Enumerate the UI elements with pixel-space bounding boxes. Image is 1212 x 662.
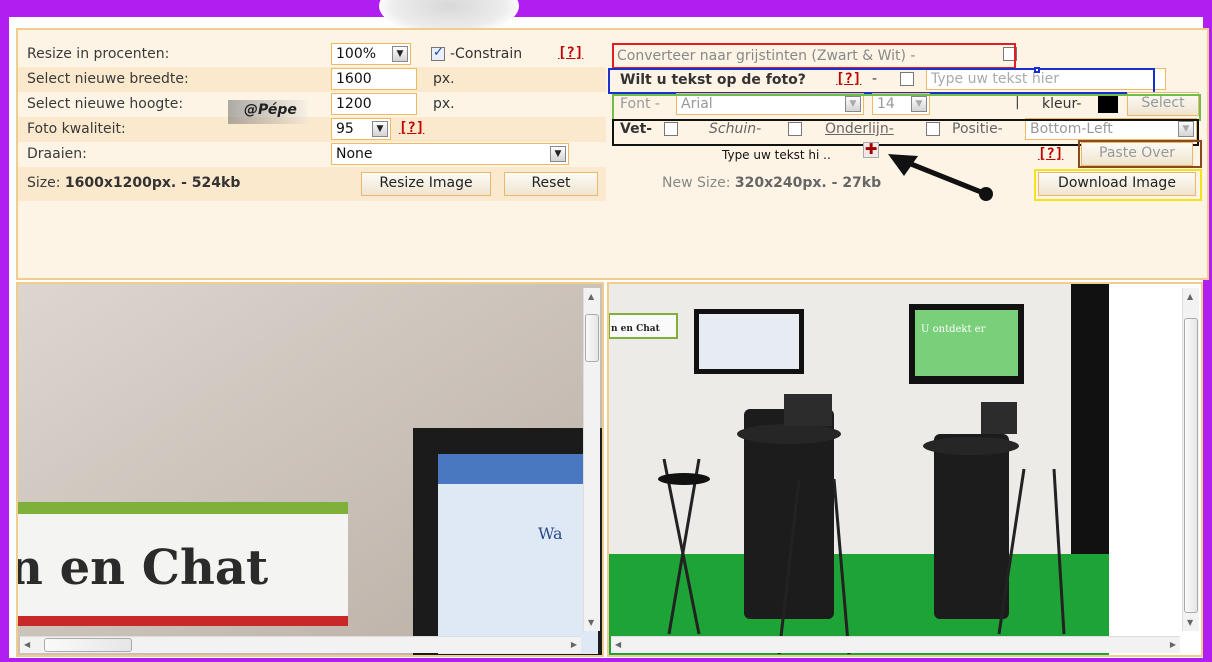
download-highlight (1034, 169, 1202, 201)
original-preview: Wa n en Chat ▲ ▼ ◀ ▶ (16, 282, 604, 657)
height-input[interactable]: 1200 (331, 93, 417, 115)
new-size-value: 320x240px. - 27kb (734, 175, 882, 191)
rotate-select[interactable]: None ▼ (331, 143, 569, 165)
text-highlight (608, 68, 1155, 94)
left-hscroll-thumb[interactable] (44, 638, 132, 652)
left-horizontal-scrollbar[interactable]: ◀ ▶ (20, 636, 581, 653)
size-value: 1600x1200px. - 524kb (64, 175, 241, 191)
width-value: 1600 (336, 71, 372, 87)
width-input[interactable]: 1600 (331, 68, 417, 90)
chevron-down-icon[interactable]: ▼ (550, 146, 566, 162)
sign-text-left: n en Chat (18, 540, 268, 596)
right-horizontal-scrollbar[interactable]: ◀ ▶ (611, 636, 1180, 653)
chevron-up-icon[interactable]: ▲ (588, 292, 594, 301)
width-row: Select nieuwe breedte: 1600 px. (18, 67, 606, 92)
constrain-label: -Constrain (450, 46, 523, 62)
app-frame: Resize in procenten: 100% ▼ -Constrain [… (9, 0, 1209, 658)
move-icon[interactable]: ✚ (863, 142, 879, 158)
grayscale-highlight (612, 43, 1016, 69)
rotate-value: None (336, 146, 373, 162)
height-row: Select nieuwe hoogte: 1200 px. (18, 92, 606, 117)
resize-image-button[interactable]: Resize Image (361, 172, 491, 196)
quality-help-link[interactable]: [?] (399, 120, 424, 136)
rotate-row: Draaien: None ▼ (18, 142, 606, 167)
size-row: Size: 1600x1200px. - 524kb Resize Image … (18, 167, 606, 201)
paste-highlight (1078, 140, 1202, 168)
new-size-info: New Size: 320x240px. - 27kb (662, 175, 881, 191)
chevron-down-icon[interactable]: ▼ (1187, 618, 1193, 627)
quality-value: 95 (336, 121, 354, 137)
constrain-checkbox[interactable] (431, 45, 445, 61)
browser-heading: Wa (538, 524, 563, 543)
new-size-prefix: New Size: (662, 175, 731, 191)
width-unit: px. (433, 71, 455, 87)
width-label: Select nieuwe breedte: (27, 71, 189, 87)
tv-text: U ontdekt er (921, 324, 986, 335)
settings-panel: Resize in procenten: 100% ▼ -Constrain [… (16, 28, 1209, 280)
result-preview: n en Chat U ontdekt er ▲ ▼ ◀ ▶ (607, 282, 1203, 657)
height-label: Select nieuwe hoogte: (27, 96, 184, 112)
chevron-down-icon[interactable]: ▼ (588, 618, 594, 627)
size-info: Size: 1600x1200px. - 524kb (27, 175, 240, 191)
watermark: @Pépe (228, 100, 308, 124)
chevron-down-icon[interactable]: ▼ (372, 121, 388, 137)
reset-button[interactable]: Reset (504, 172, 598, 196)
result-photo: n en Chat U ontdekt er (609, 284, 1109, 655)
resize-value: 100% (336, 46, 377, 62)
constrain-help-link[interactable]: [?] (558, 45, 583, 61)
chevron-up-icon[interactable]: ▲ (1187, 292, 1193, 301)
chevron-right-icon[interactable]: ▶ (1170, 640, 1176, 649)
quality-label: Foto kwaliteit: (27, 121, 126, 137)
height-value: 1200 (336, 96, 372, 112)
size-prefix: Size: (27, 175, 61, 191)
sign-text-right: n en Chat (611, 324, 661, 334)
resize-row: Resize in procenten: 100% ▼ -Constrain [… (18, 42, 606, 67)
chevron-down-icon[interactable]: ▼ (392, 46, 408, 62)
resize-label: Resize in procenten: (27, 46, 170, 62)
quality-select[interactable]: 95 ▼ (331, 118, 391, 140)
left-vscroll-thumb[interactable] (585, 314, 599, 362)
paste-help-link[interactable]: [?] (1038, 146, 1063, 162)
chevron-left-icon[interactable]: ◀ (24, 640, 30, 649)
annotation-arrow-icon (888, 154, 993, 201)
quality-row: Foto kwaliteit: 95 ▼ [?] (18, 117, 606, 142)
resize-handle (1034, 67, 1040, 73)
preview-text: Type uw tekst hi .. (722, 148, 831, 162)
left-vertical-scrollbar[interactable]: ▲ ▼ (583, 288, 600, 631)
resize-select[interactable]: 100% ▼ (331, 43, 411, 65)
chevron-right-icon[interactable]: ▶ (571, 640, 577, 649)
right-vertical-scrollbar[interactable]: ▲ ▼ (1182, 288, 1199, 631)
original-photo: Wa n en Chat (18, 284, 602, 655)
right-vscroll-thumb[interactable] (1184, 318, 1198, 613)
rotate-label: Draaien: (27, 146, 87, 162)
height-unit: px. (433, 96, 455, 112)
chevron-left-icon[interactable]: ◀ (615, 640, 621, 649)
